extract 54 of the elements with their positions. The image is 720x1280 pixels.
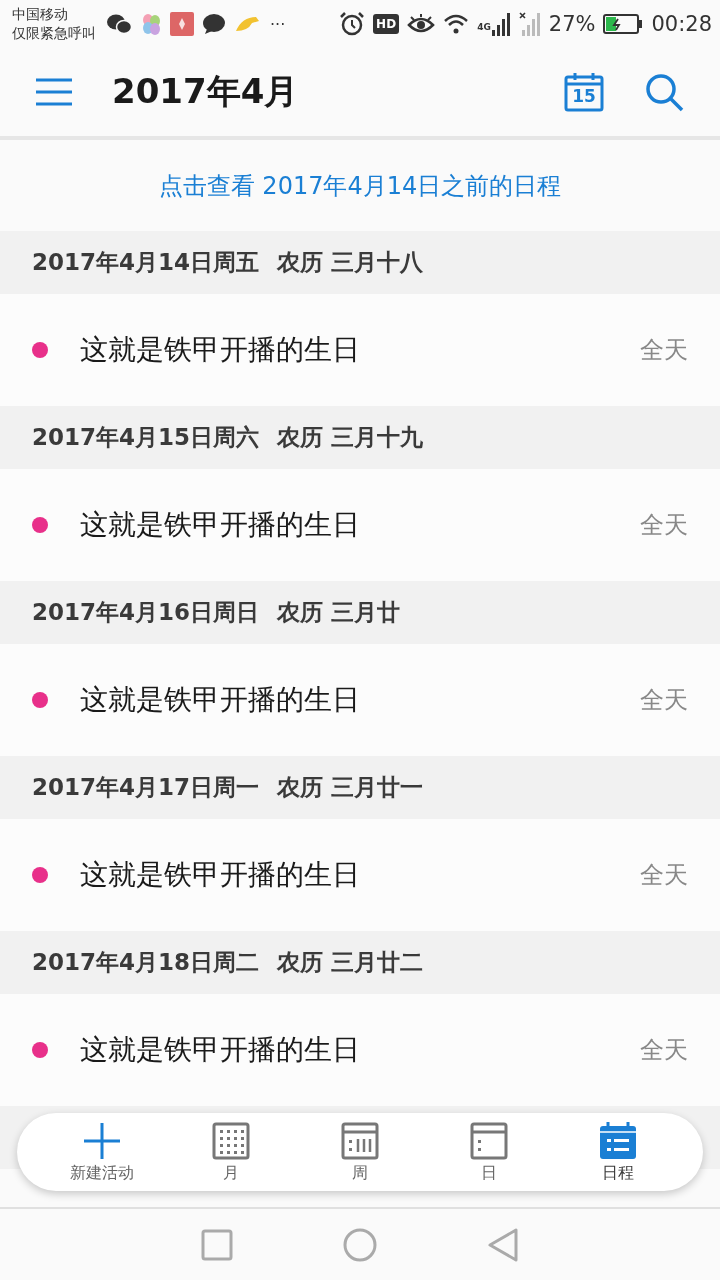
page-title: 2017年4月 xyxy=(112,70,300,113)
chat-icon xyxy=(106,13,132,35)
date-label: 2017年4月14日周五 xyxy=(32,248,260,277)
search-icon[interactable] xyxy=(644,72,684,112)
event-time: 全天 xyxy=(640,335,688,366)
signal-icon xyxy=(490,12,511,36)
carrier-note: 仅限紧急呼叫 xyxy=(12,24,96,43)
eye-icon xyxy=(407,13,436,35)
agenda-list-icon xyxy=(598,1120,639,1161)
lunar-date: 农历 三月十八 xyxy=(277,248,424,277)
week-calendar-icon xyxy=(339,1120,380,1161)
nav-tab[interactable]: 新建活动 xyxy=(46,1120,157,1184)
date-label: 2017年4月18日周二 xyxy=(32,948,260,977)
event-title: 这就是铁甲开播的生日 xyxy=(80,507,361,543)
lunar-date: 农历 三月十九 xyxy=(277,423,424,452)
lunar-date: 农历 三月廿一 xyxy=(277,773,424,802)
date-label: 2017年4月16日周日 xyxy=(32,598,260,627)
speech-bubble-icon xyxy=(202,13,226,35)
back-triangle-icon[interactable] xyxy=(487,1227,519,1262)
date-label: 2017年4月17日周一 xyxy=(32,773,260,802)
alarm-icon xyxy=(339,11,366,37)
event-title: 这就是铁甲开播的生日 xyxy=(80,332,361,368)
event-time: 全天 xyxy=(640,685,688,716)
event-time: 全天 xyxy=(640,860,688,891)
event-title: 这就是铁甲开播的生日 xyxy=(80,1032,361,1068)
date-label: 2017年4月15日周六 xyxy=(32,423,260,452)
home-circle-icon[interactable] xyxy=(343,1227,377,1262)
square-nav-icon[interactable] xyxy=(201,1228,233,1261)
day-calendar-icon xyxy=(469,1120,510,1161)
lunar-date: 农历 三月廿二 xyxy=(277,948,424,977)
flower-icon xyxy=(140,12,162,36)
hd-badge: HD xyxy=(373,14,400,34)
event-title: 这就是铁甲开播的生日 xyxy=(80,682,361,718)
plus-icon xyxy=(81,1120,122,1161)
event-time: 全天 xyxy=(640,510,688,541)
nav-tab[interactable]: 月 xyxy=(175,1120,286,1184)
nav-tab[interactable]: 日 xyxy=(434,1120,545,1184)
app-icon xyxy=(170,12,194,36)
more-indicator: ··· xyxy=(270,14,286,34)
event-title: 这就是铁甲开播的生日 xyxy=(80,857,361,893)
lunar-date: 农历 三月廿 xyxy=(277,598,401,627)
carrier-name: 中国移动 xyxy=(12,5,69,24)
clock: 00:28 xyxy=(651,12,712,36)
menu-icon[interactable] xyxy=(36,78,72,106)
nav-tab[interactable]: 日程 xyxy=(563,1120,674,1184)
network-type: 4G xyxy=(477,22,491,32)
nav-tab[interactable]: 周 xyxy=(304,1120,415,1184)
battery-percent: 27% xyxy=(548,12,596,36)
no-signal-icon xyxy=(518,12,541,36)
earlier-events-link[interactable]: 点击查看 2017年4月14日之前的日程 xyxy=(0,140,720,231)
event-time: 全天 xyxy=(640,1035,688,1066)
today-button[interactable]: 15 xyxy=(564,72,604,112)
wifi-icon xyxy=(443,13,470,35)
month-grid-icon xyxy=(210,1120,251,1161)
